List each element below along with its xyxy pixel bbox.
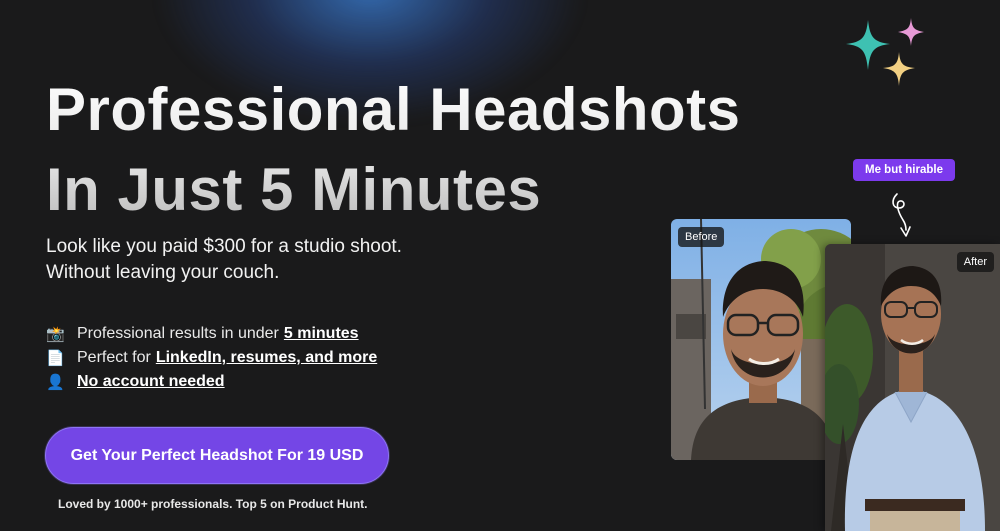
after-photo: After [825,244,1000,531]
curly-arrow-icon [892,193,911,237]
headline-line-1: Professional Headshots [46,76,741,143]
before-label: Before [678,227,725,247]
camera-flash-icon: 📸 [46,326,65,343]
hero-headline: Professional Headshots In Just 5 Minutes [46,70,741,230]
feature-highlight: 5 minutes [283,325,359,342]
feature-text: Professional results in under [77,325,279,342]
feature-list: 📸 Professional results in under 5 minute… [46,322,377,394]
hero-subtitle: Look like you paid $300 for a studio sho… [46,234,402,286]
get-headshot-button[interactable]: Get Your Perfect Headshot For 19 USD [45,427,389,484]
subtitle-line-1: Look like you paid $300 for a studio sho… [46,236,402,257]
headline-line-2: In Just 5 Minutes [46,156,542,223]
before-portrait-image [671,219,851,460]
subtitle-line-2: Without leaving your couch. [46,262,280,283]
user-silhouette-icon: 👤 [46,374,65,391]
feature-item-no-account: 👤 No account needed [46,370,377,394]
feature-highlight: LinkedIn, resumes, and more [155,349,378,366]
sparkles-icon [846,18,924,86]
feature-highlight: No account needed [77,373,225,390]
feature-item-usage: 📄 Perfect for LinkedIn, resumes, and mor… [46,346,377,370]
before-photo: Before [671,219,851,460]
me-but-hirable-badge: Me but hirable [853,159,955,181]
document-icon: 📄 [46,350,65,367]
social-proof-text: Loved by 1000+ professionals. Top 5 on P… [58,497,368,511]
feature-text: Perfect for [77,349,151,366]
after-label: After [956,252,994,272]
feature-item-speed: 📸 Professional results in under 5 minute… [46,322,377,346]
after-portrait-image [825,244,1000,531]
